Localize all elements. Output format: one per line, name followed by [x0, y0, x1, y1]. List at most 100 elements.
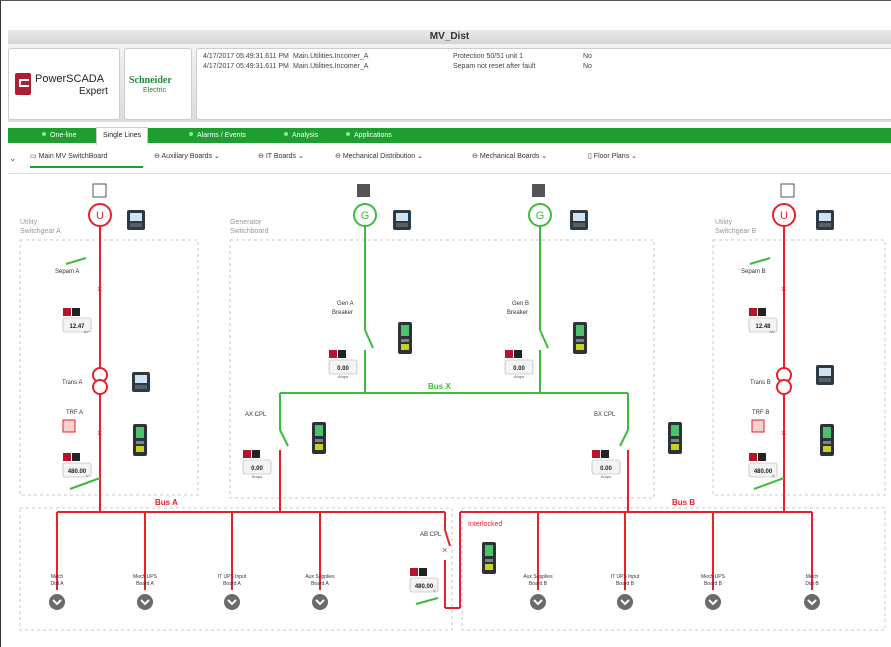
alarm-indicator-icon[interactable]: [751, 419, 765, 433]
bus-b-area: [461, 507, 886, 631]
breaker-label: Breaker: [332, 310, 353, 316]
transformer-label: Trans A: [62, 380, 82, 386]
generator-subtitle: Switchboard: [230, 228, 269, 235]
bus-b-label: Bus B: [672, 498, 695, 507]
current-value: 0.00: [251, 466, 263, 472]
feeder-label: Mech UPS: [133, 574, 158, 580]
protection-relay-icon[interactable]: [482, 542, 496, 574]
breaker-trip-icon[interactable]: ×: [781, 428, 786, 438]
transformer-label: Trans B: [750, 380, 771, 386]
grid-pattern-icon[interactable]: [92, 183, 107, 198]
breaker-label: Sepam A: [55, 269, 79, 275]
feeder-expand-icon[interactable]: [804, 594, 820, 610]
power-meter-icon[interactable]: [570, 210, 588, 230]
feeder-label: Dist A: [50, 581, 64, 587]
protection-relay-icon[interactable]: [312, 422, 326, 454]
feeder-label: IT UPS Input: [611, 574, 640, 580]
voltage-unit: V: [772, 473, 775, 478]
feeder-expand-icon[interactable]: [224, 594, 240, 610]
protection-relay-icon[interactable]: [668, 422, 682, 454]
voltage-unit: kV: [770, 329, 775, 334]
switch-closed-icon[interactable]: [65, 257, 87, 265]
current-value: 0.00: [600, 466, 612, 472]
feeder-label: Board A: [223, 581, 241, 587]
breaker-label: Breaker: [507, 310, 528, 316]
feeder-label: Mech UPS: [701, 574, 726, 580]
power-meter-icon[interactable]: [816, 210, 834, 230]
voltage-value: 480.00: [415, 584, 434, 590]
breaker-trip-icon[interactable]: ×: [97, 428, 102, 438]
bus-a-label: Bus A: [155, 498, 178, 507]
coupler-label: AB CPL: [420, 532, 442, 538]
breaker-label: Gen B: [512, 301, 529, 307]
utility-a-title: Utility: [20, 219, 38, 226]
current-unit: Amps: [338, 374, 348, 379]
current-unit: Amps: [514, 374, 524, 379]
grid-pattern-icon[interactable]: [532, 184, 545, 197]
voltage-value: 12.48: [755, 324, 771, 330]
alarm-indicator-icon[interactable]: [62, 419, 76, 433]
voltage-value: 12.47: [69, 324, 85, 330]
grid-pattern-icon[interactable]: [780, 183, 795, 198]
switch-closed-icon[interactable]: [749, 257, 771, 265]
feeder-label: Board B: [704, 581, 723, 587]
interlocked-label: Interlocked: [468, 521, 502, 528]
bus-x-label: Bus X: [428, 382, 451, 391]
feeder-label: Mech: [806, 574, 818, 580]
source-symbol: U: [96, 210, 104, 222]
single-line-diagram: Utility Switchgear A Generator Switchboa…: [19, 183, 886, 631]
feeder-label: IT UPS Input: [218, 574, 247, 580]
source-symbol: G: [361, 210, 370, 222]
feeder-expand-icon[interactable]: [705, 594, 721, 610]
feeder-expand-icon[interactable]: [530, 594, 546, 610]
source-symbol: G: [536, 210, 545, 222]
feeder-label: Mech: [51, 574, 63, 580]
feeder-expand-icon[interactable]: [312, 594, 328, 610]
coupler-label: BX CPL: [594, 412, 616, 418]
voltage-unit: kV: [84, 329, 89, 334]
coupler-label: AX CPL: [245, 412, 267, 418]
feeder-label: Aux Supplies: [305, 574, 335, 580]
current-value: 0.00: [337, 366, 349, 372]
grid-pattern-icon[interactable]: [357, 184, 370, 197]
protection-relay-icon[interactable]: [573, 322, 587, 354]
switch-closed-icon[interactable]: [415, 597, 439, 605]
feeder-expand-icon[interactable]: [49, 594, 65, 610]
voltage-unit: V: [433, 588, 436, 593]
utility-b-area: [712, 239, 886, 496]
current-unit: Amps: [601, 474, 611, 479]
utility-b-subtitle: Switchgear B: [715, 228, 757, 235]
feeder-label: Board B: [616, 581, 635, 587]
breaker-label: TRF A: [66, 410, 83, 416]
source-symbol: U: [780, 210, 788, 222]
protection-relay-icon[interactable]: [398, 322, 412, 354]
generator-title: Generator: [230, 219, 262, 226]
voltage-value: 480.00: [68, 469, 87, 475]
breaker-trip-icon[interactable]: ×: [97, 284, 102, 294]
protection-relay-icon[interactable]: [820, 424, 834, 456]
voltage-unit: V: [86, 473, 89, 478]
feeder-label: Dist B: [805, 581, 819, 587]
breaker-label: TRF B: [752, 410, 769, 416]
breaker-label: Gen A: [337, 301, 354, 307]
breaker-trip-icon[interactable]: ×: [781, 284, 786, 294]
utility-a-area: [19, 239, 199, 496]
protection-relay-icon[interactable]: [133, 424, 147, 456]
generator-area: [229, 239, 655, 499]
current-value: 0.00: [513, 366, 525, 372]
utility-b-title: Utility: [715, 219, 733, 226]
feeder-expand-icon[interactable]: [137, 594, 153, 610]
breaker-label: Sepam B: [741, 269, 766, 275]
utility-a-subtitle: Switchgear A: [20, 228, 61, 235]
feeder-label: Board B: [529, 581, 548, 587]
current-unit: Amps: [252, 474, 262, 479]
power-meter-icon[interactable]: [132, 372, 150, 392]
feeder-label: Board A: [136, 581, 154, 587]
feeder-label: Aux Supplies: [523, 574, 553, 580]
breaker-trip-icon[interactable]: ×: [442, 545, 447, 555]
power-meter-icon[interactable]: [816, 365, 834, 385]
power-meter-icon[interactable]: [393, 210, 411, 230]
power-meter-icon[interactable]: [127, 210, 145, 230]
bus-a-area: [19, 507, 453, 631]
feeder-expand-icon[interactable]: [617, 594, 633, 610]
